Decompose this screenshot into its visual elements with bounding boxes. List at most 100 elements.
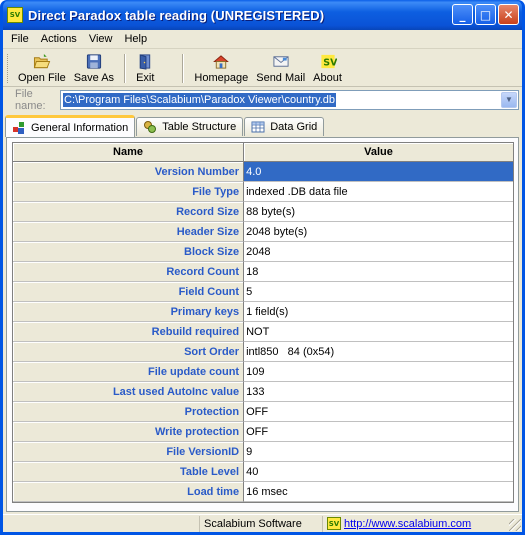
row-value[interactable]: 16 msec [244, 482, 513, 502]
file-name-label: File name: [15, 87, 46, 112]
menu-view[interactable]: View [83, 33, 119, 45]
table-row[interactable]: File Type indexed .DB data file [13, 182, 513, 202]
minimize-button[interactable]: _ [452, 4, 473, 25]
table-row[interactable]: Version Number 4.0 [13, 162, 513, 182]
status-link-pane: SV http://www.scalabium.com [322, 515, 507, 532]
table-row[interactable]: Rebuild required NOT [13, 322, 513, 342]
table-row[interactable]: Field Count 5 [13, 282, 513, 302]
toolbar-separator [124, 54, 127, 83]
row-name: Load time [13, 482, 245, 502]
home-icon [213, 55, 230, 69]
envelope-icon [273, 56, 289, 67]
row-name: Record Count [13, 262, 245, 282]
table-row[interactable]: Write protection OFF [13, 422, 513, 442]
row-name: Rebuild required [13, 322, 245, 342]
general-information-panel: Name Value Version Number 4.0 File Type in… [6, 137, 519, 512]
resize-grip[interactable] [509, 519, 521, 531]
row-value[interactable]: 4.0 [244, 162, 513, 182]
row-value[interactable]: OFF [244, 402, 513, 422]
status-bar: Scalabium Software SV http://www.scalabi… [3, 514, 522, 532]
menu-file[interactable]: File [5, 33, 35, 45]
exit-door-icon [140, 54, 151, 70]
website-link[interactable]: http://www.scalabium.com [344, 518, 471, 530]
client-area: File Actions View Help Open File Save As… [3, 30, 522, 532]
table-row[interactable]: Table Level 40 [13, 462, 513, 482]
app-window: SV Direct Paradox table reading (UNREGIS… [0, 0, 525, 535]
row-value[interactable]: 5 [244, 282, 513, 302]
save-as-button[interactable]: Save As [70, 51, 118, 86]
table-row[interactable]: Primary keys 1 field(s) [13, 302, 513, 322]
row-name: Table Level [13, 462, 245, 482]
tab-data-grid-label: Data Grid [270, 121, 318, 133]
row-name: Version Number [13, 162, 245, 182]
column-header-name[interactable]: Name [13, 143, 245, 162]
table-row[interactable]: Record Size 88 byte(s) [13, 202, 513, 222]
window-title: Direct Paradox table reading (UNREGISTER… [28, 7, 325, 23]
table-row[interactable]: File update count 109 [13, 362, 513, 382]
file-name-value[interactable]: C:\Program Files\Scalabium\Paradox Viewe… [63, 92, 337, 107]
exit-button[interactable]: Exit [132, 51, 158, 86]
status-company-text: Scalabium Software [204, 517, 302, 530]
toolbar-separator [182, 54, 185, 83]
row-value[interactable]: 1 field(s) [244, 302, 513, 322]
row-name: Last used AutoInc value [13, 382, 245, 402]
row-value[interactable]: NOT [244, 322, 513, 342]
file-name-bar: File name: C:\Program Files\Scalabium\Pa… [3, 87, 522, 112]
menu-bar: File Actions View Help [3, 30, 522, 49]
row-name: Record Size [13, 202, 245, 222]
table-structure-icon [144, 121, 157, 133]
open-file-button[interactable]: Open File [14, 51, 70, 86]
table-row[interactable]: Block Size 2048 [13, 242, 513, 262]
table-row[interactable]: Sort Order intl850 84 (0x54) [13, 342, 513, 362]
table-row[interactable]: Header Size 2048 byte(s) [13, 222, 513, 242]
tab-table-structure[interactable]: Table Structure [136, 117, 244, 136]
row-value[interactable]: indexed .DB data file [244, 182, 513, 202]
column-header-value[interactable]: Value [244, 143, 513, 162]
title-bar[interactable]: SV Direct Paradox table reading (UNREGIS… [3, 0, 522, 30]
svg-text:SV: SV [323, 57, 337, 68]
open-folder-icon [33, 53, 51, 69]
row-value[interactable]: intl850 84 (0x54) [244, 342, 513, 362]
table-row[interactable]: Load time 16 msec [13, 482, 513, 502]
menu-help[interactable]: Help [118, 33, 153, 45]
about-button[interactable]: SV About [309, 51, 346, 86]
save-as-label: Save As [73, 72, 115, 84]
close-button[interactable]: ✕ [498, 4, 519, 25]
about-logo-icon: SV [320, 54, 337, 68]
data-grid-icon [251, 121, 265, 133]
row-value[interactable]: 18 [244, 262, 513, 282]
row-value[interactable]: 109 [244, 362, 513, 382]
tab-table-structure-label: Table Structure [162, 121, 237, 133]
row-value[interactable]: 2048 [244, 242, 513, 262]
homepage-label: Homepage [194, 72, 249, 84]
tab-data-grid[interactable]: Data Grid [244, 117, 325, 136]
tab-general-information[interactable]: General Information [5, 115, 136, 137]
send-mail-button[interactable]: Send Mail [252, 51, 309, 86]
homepage-button[interactable]: Homepage [190, 51, 252, 86]
row-value[interactable]: OFF [244, 422, 513, 442]
table-row[interactable]: File VersionID 9 [13, 442, 513, 462]
maximize-button[interactable]: □ [475, 4, 496, 25]
table-row[interactable]: Record Count 18 [13, 262, 513, 282]
row-name: Write protection [13, 422, 245, 442]
chevron-down-icon[interactable]: ▼ [501, 91, 517, 108]
row-value[interactable]: 133 [244, 382, 513, 402]
row-name: File Type [13, 182, 245, 202]
status-company: Scalabium Software [199, 515, 322, 532]
row-name: Field Count [13, 282, 245, 302]
tab-general-information-label: General Information [31, 121, 129, 134]
info-grid: Name Value Version Number 4.0 File Type in… [12, 142, 514, 503]
row-value[interactable]: 88 byte(s) [244, 202, 513, 222]
menu-actions[interactable]: Actions [35, 33, 83, 45]
general-info-icon [13, 121, 24, 134]
row-value[interactable]: 2048 byte(s) [244, 222, 513, 242]
row-value[interactable]: 40 [244, 462, 513, 482]
row-value[interactable]: 9 [244, 442, 513, 462]
scalabium-logo-icon: SV [327, 517, 341, 530]
exit-label: Exit [136, 72, 155, 84]
row-name: Sort Order [13, 342, 245, 362]
file-name-combobox[interactable]: C:\Program Files\Scalabium\Paradox Viewe… [60, 89, 519, 110]
table-row[interactable]: Last used AutoInc value 133 [13, 382, 513, 402]
table-row[interactable]: Protection OFF [13, 402, 513, 422]
toolbar-grip[interactable] [7, 54, 11, 83]
